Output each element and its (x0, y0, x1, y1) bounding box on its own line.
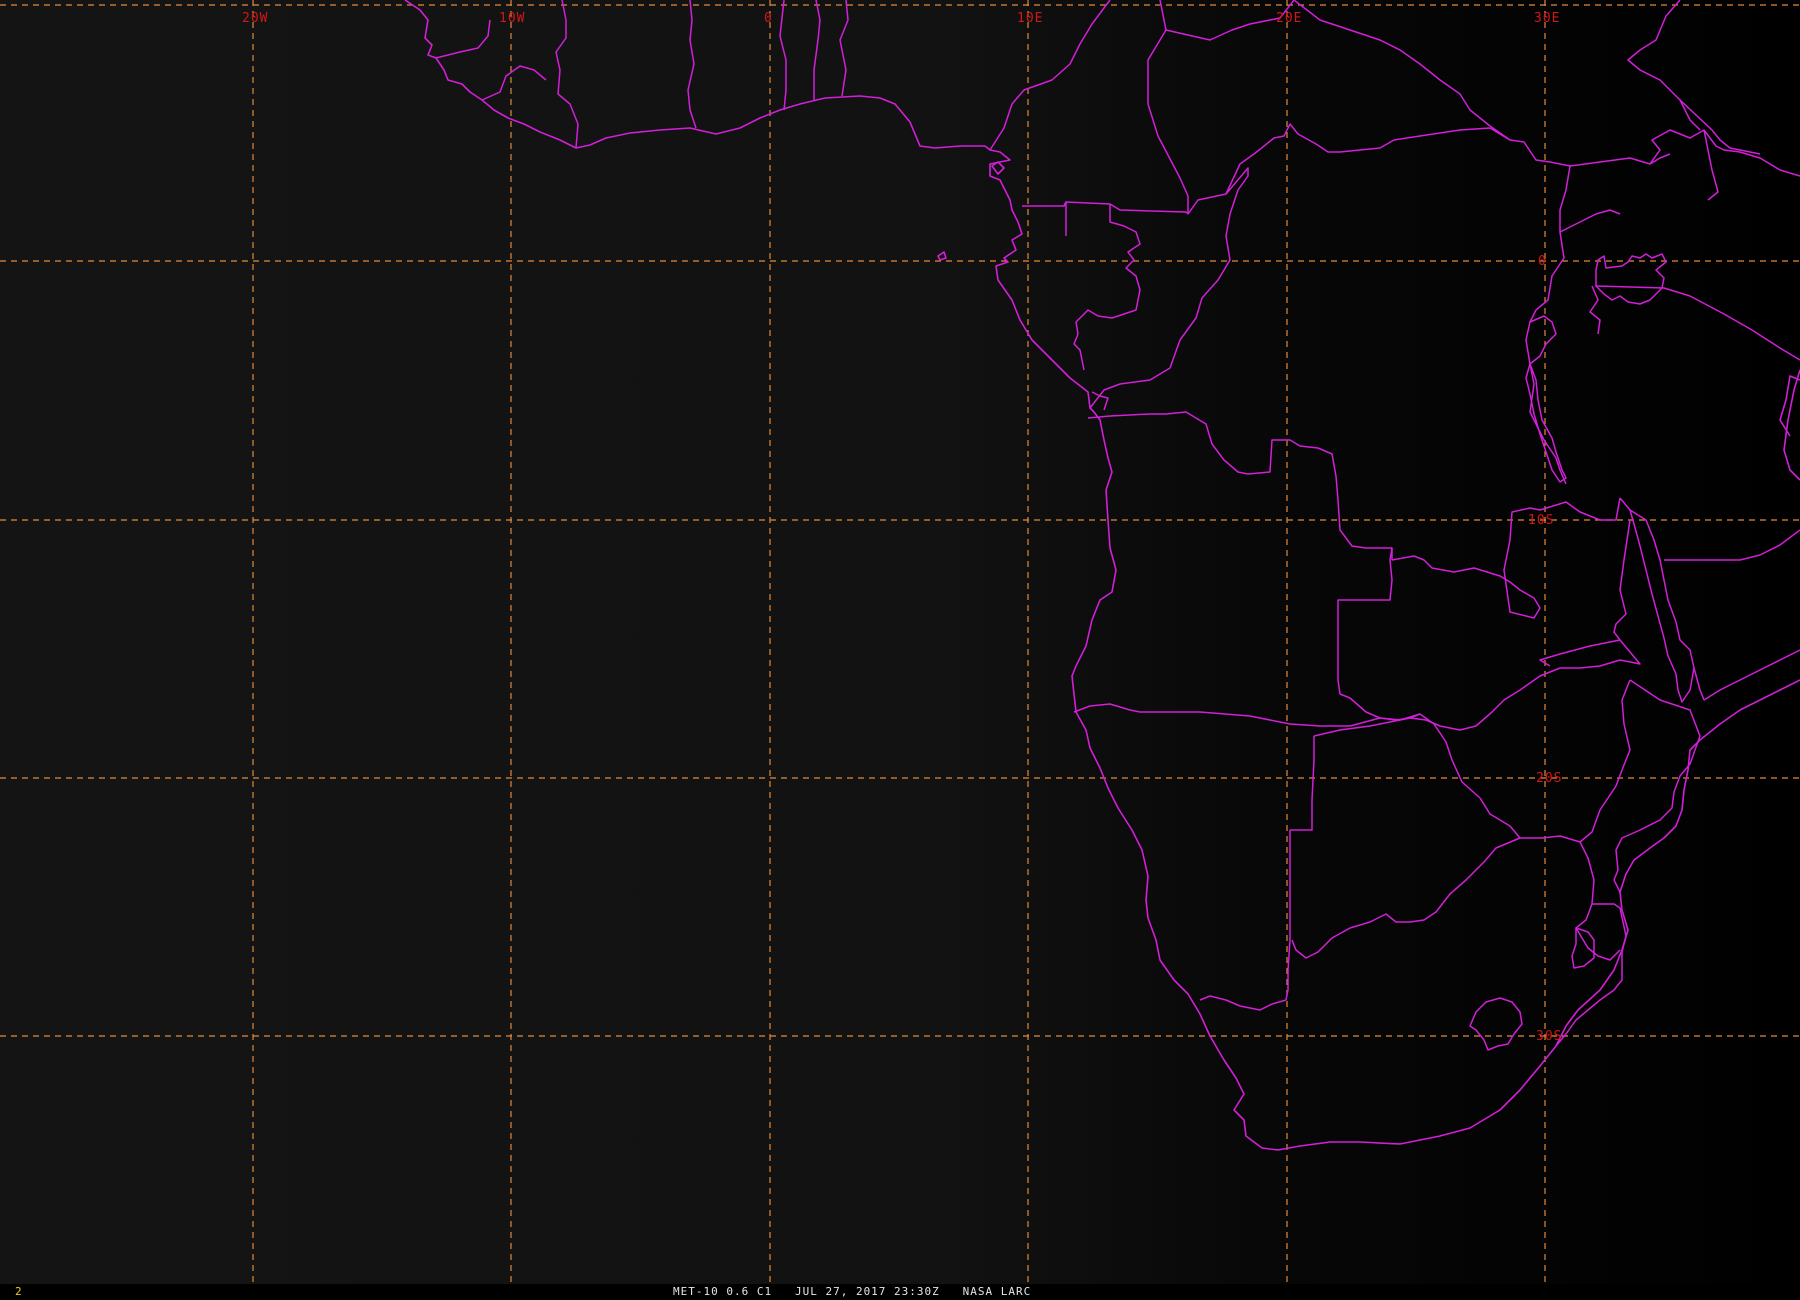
lon-label-0: 0 (764, 11, 773, 26)
lon-label-10w: 10W (499, 11, 525, 26)
lon-label-30e: 30E (1534, 11, 1560, 26)
lon-label-10e: 10E (1017, 11, 1043, 26)
lon-label-20e: 20E (1276, 11, 1302, 26)
imagery-background (0, 0, 1800, 1284)
satellite-map: 20W 10W 0 10E 20E 30E 0 10S 20S 30S (0, 0, 1800, 1300)
lat-label-10s: 10S (1528, 513, 1554, 528)
lon-label-20w: 20W (242, 11, 268, 26)
lat-label-30s: 30S (1536, 1029, 1562, 1044)
lat-label-0: 0 (1538, 254, 1547, 269)
image-caption: MET-10 0.6 C1 JUL 27, 2017 23:30Z NASA L… (673, 1285, 1032, 1298)
lat-label-20s: 20S (1536, 771, 1562, 786)
frame-number: 2 (15, 1285, 22, 1298)
map-canvas: 20W 10W 0 10E 20E 30E 0 10S 20S 30S (0, 0, 1800, 1284)
